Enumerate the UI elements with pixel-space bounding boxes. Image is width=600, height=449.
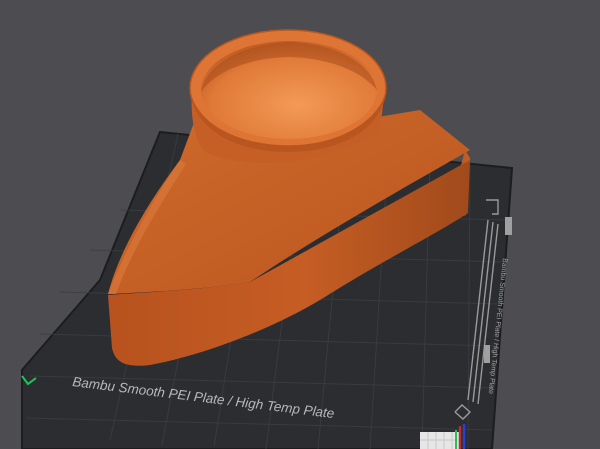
viewport-canvas[interactable]: Bambu Smooth PEI Plate / High Temp Plate…: [0, 0, 600, 449]
3d-viewport[interactable]: Bambu Smooth PEI Plate / High Temp Plate…: [0, 0, 600, 449]
